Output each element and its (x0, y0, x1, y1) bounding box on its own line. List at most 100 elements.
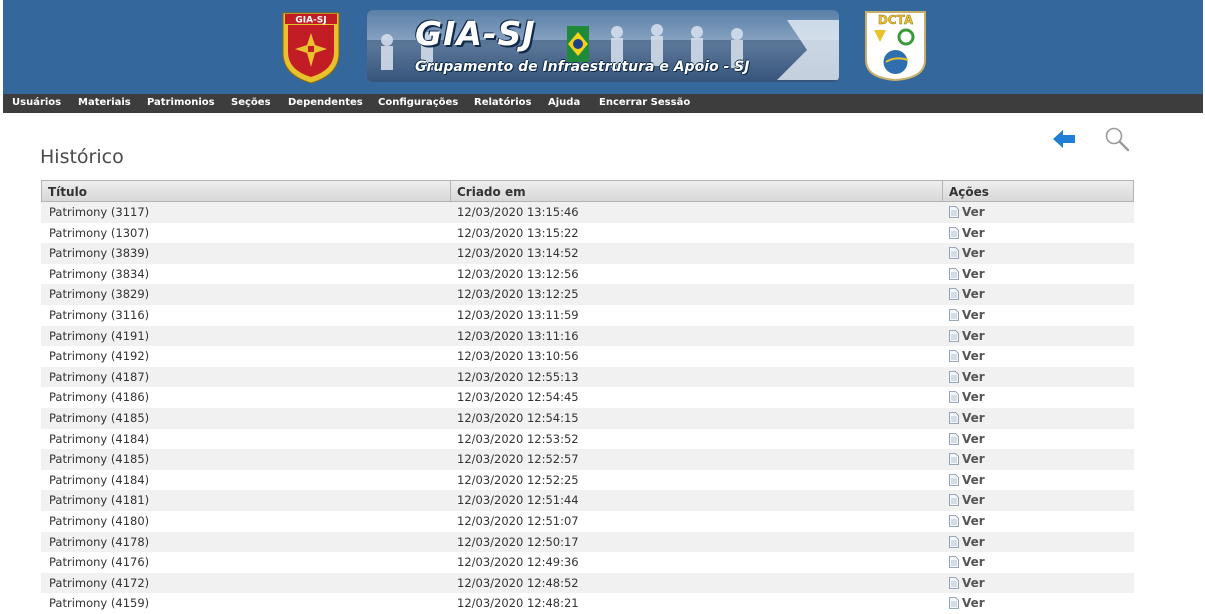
document-icon (949, 412, 959, 424)
cell-criado-em: 12/03/2020 12:48:52 (457, 575, 579, 590)
view-button[interactable]: Ver (949, 552, 985, 573)
view-button[interactable]: Ver (949, 429, 985, 450)
gia-sj-emblem-icon: GIA-SJ (282, 12, 340, 84)
table-row: Patrimony (3834) 12/03/2020 13:12:56 Ver (41, 263, 1134, 285)
cell-criado-em: 12/03/2020 12:48:21 (457, 596, 579, 611)
cell-criado-em: 12/03/2020 12:54:45 (457, 390, 579, 405)
document-icon (949, 453, 959, 466)
view-button-label: Ver (962, 390, 985, 405)
cell-criado-em: 12/03/2020 13:11:59 (457, 307, 579, 322)
cell-criado-em: 12/03/2020 12:51:44 (457, 493, 579, 508)
cell-criado-em: 12/03/2020 13:15:46 (457, 205, 579, 219)
menu-item-dependentes[interactable]: Dependentes (288, 97, 363, 108)
document-icon (949, 473, 959, 486)
document-icon (949, 247, 959, 260)
cell-criado-em: 12/03/2020 12:55:13 (457, 369, 579, 384)
view-button[interactable]: Ver (949, 346, 985, 367)
view-button[interactable]: Ver (949, 593, 985, 614)
document-icon (949, 515, 959, 527)
cell-titulo: Patrimony (3839) (49, 246, 150, 261)
view-button-label: Ver (962, 307, 985, 322)
view-button-label: Ver (962, 205, 985, 219)
view-button[interactable]: Ver (949, 305, 985, 326)
table-row: Patrimony (4176) 12/03/2020 12:49:36 Ver (41, 552, 1134, 573)
menu-item-patrimonios[interactable]: Patrimonios (147, 97, 215, 108)
view-button[interactable]: Ver (949, 387, 985, 408)
main-menu: Usuários Materiais Patrimonios Seções De… (3, 94, 1203, 113)
view-button-label: Ver (962, 513, 985, 528)
view-button[interactable]: Ver (949, 449, 985, 470)
view-button[interactable]: Ver (949, 490, 985, 511)
menu-item-secoes[interactable]: Seções (231, 97, 271, 108)
document-icon (949, 391, 959, 404)
column-header-criado-em[interactable]: Criado em (450, 181, 942, 203)
view-button[interactable]: Ver (949, 511, 985, 532)
document-icon (949, 267, 959, 280)
view-button-label: Ver (962, 575, 985, 590)
menu-item-relatorios[interactable]: Relatórios (474, 97, 532, 108)
view-button[interactable]: Ver (949, 202, 985, 223)
site-header: GIA-SJ GIA-SJ Grupamento de Infraestrutu… (3, 0, 1203, 94)
view-button-label: Ver (962, 369, 985, 384)
menu-item-usuarios[interactable]: Usuários (12, 97, 61, 108)
cell-titulo: Patrimony (4181) (49, 493, 150, 508)
view-button-label: Ver (962, 493, 985, 508)
document-icon (949, 576, 959, 589)
view-button[interactable]: Ver (949, 408, 985, 429)
cell-titulo: Patrimony (3829) (49, 287, 150, 302)
cell-titulo: Patrimony (4184) (49, 431, 150, 446)
view-button[interactable]: Ver (949, 532, 985, 553)
emblem-label: DCTA (878, 13, 914, 27)
arrow-left-icon[interactable] (1052, 128, 1076, 150)
cell-criado-em: 12/03/2020 13:14:52 (457, 246, 579, 261)
table-row: Patrimony (3839) 12/03/2020 13:14:52 Ver (41, 243, 1134, 264)
table-row: Patrimony (3829) 12/03/2020 13:12:25 Ver (41, 284, 1134, 305)
menu-item-configuracoes[interactable]: Configurações (378, 97, 458, 108)
column-header-titulo[interactable]: Título (42, 181, 450, 203)
document-icon (949, 226, 959, 239)
document-icon (949, 309, 959, 321)
banner-subtitle: Grupamento de Infraestrutura e Apoio - S… (415, 59, 750, 75)
view-button-label: Ver (962, 534, 985, 549)
view-button-label: Ver (962, 555, 985, 570)
view-button[interactable]: Ver (949, 470, 985, 491)
table-row: Patrimony (4180) 12/03/2020 12:51:07 Ver (41, 510, 1134, 532)
view-button-label: Ver (962, 596, 985, 611)
view-button[interactable]: Ver (949, 243, 985, 264)
table-row: Patrimony (4181) 12/03/2020 12:51:44 Ver (41, 490, 1134, 511)
document-icon (949, 535, 959, 548)
view-button[interactable]: Ver (949, 573, 985, 594)
view-button[interactable]: Ver (949, 223, 985, 244)
cell-criado-em: 12/03/2020 12:52:25 (457, 472, 579, 487)
table-row: Patrimony (4185) 12/03/2020 12:52:57 Ver (41, 449, 1134, 470)
view-button-label: Ver (962, 246, 985, 261)
emblem-label: GIA-SJ (295, 16, 326, 26)
document-icon (949, 329, 959, 342)
table-row: Patrimony (4185) 12/03/2020 12:54:15 Ver (41, 407, 1134, 429)
document-icon (949, 206, 959, 218)
search-icon[interactable] (1104, 126, 1130, 152)
menu-item-materiais[interactable]: Materiais (78, 97, 131, 108)
menu-item-encerrar-sessao[interactable]: Encerrar Sessão (599, 97, 690, 108)
cell-titulo: Patrimony (4159) (49, 596, 150, 611)
view-button[interactable]: Ver (949, 326, 985, 347)
cell-criado-em: 12/03/2020 12:53:52 (457, 431, 579, 446)
view-button-label: Ver (962, 225, 985, 240)
cell-criado-em: 12/03/2020 13:12:25 (457, 287, 579, 302)
document-icon (949, 432, 959, 445)
view-button[interactable]: Ver (949, 367, 985, 388)
view-button[interactable]: Ver (949, 284, 985, 305)
table-row: Patrimony (4191) 12/03/2020 13:11:16 Ver (41, 325, 1134, 347)
view-button-label: Ver (962, 431, 985, 446)
table-row: Patrimony (4186) 12/03/2020 12:54:45 Ver (41, 387, 1134, 408)
cell-criado-em: 12/03/2020 12:49:36 (457, 555, 579, 570)
view-button-label: Ver (962, 472, 985, 487)
view-button-label: Ver (962, 452, 985, 467)
view-button[interactable]: Ver (949, 264, 985, 285)
document-icon (949, 494, 959, 507)
cell-criado-em: 12/03/2020 13:10:56 (457, 349, 579, 364)
table-row: Patrimony (1307) 12/03/2020 13:15:22 Ver (41, 222, 1134, 244)
menu-item-ajuda[interactable]: Ajuda (548, 97, 580, 108)
cell-titulo: Patrimony (4192) (49, 349, 150, 364)
cell-titulo: Patrimony (4187) (49, 369, 150, 384)
